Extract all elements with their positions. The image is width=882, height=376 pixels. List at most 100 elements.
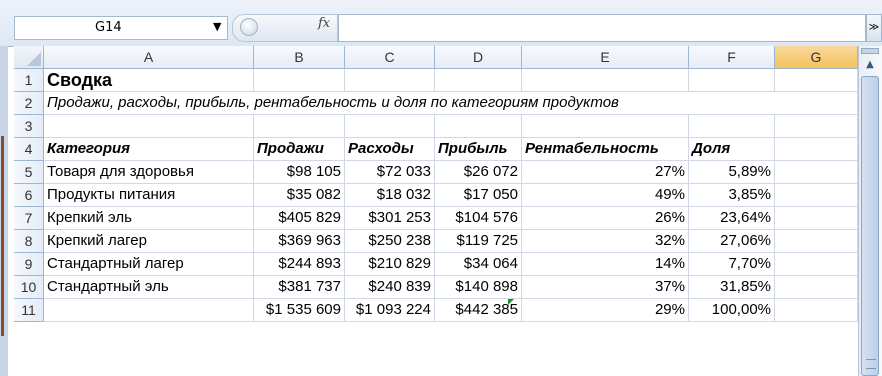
vertical-scrollbar[interactable]: ▲ [858,46,882,376]
share-cell[interactable]: 23,64% [689,207,775,230]
profit-cell[interactable]: $17 050 [435,184,522,207]
expenses-cell[interactable]: $18 032 [345,184,435,207]
scroll-thumb[interactable] [861,76,879,376]
row-header[interactable]: 8 [14,230,44,253]
column-header-c[interactable]: C [345,46,435,69]
insert-function-icon[interactable]: fx [318,16,330,31]
category-cell[interactable]: Крепкий эль [44,207,254,230]
sales-cell[interactable]: $381 737 [254,276,345,299]
cell-c1[interactable] [345,69,435,92]
cell-g8[interactable] [775,230,858,253]
sales-cell[interactable]: $244 893 [254,253,345,276]
sales-cell[interactable]: $369 963 [254,230,345,253]
total-expenses-cell[interactable]: $1 093 224 [345,299,435,322]
total-sales-cell[interactable]: $1 535 609 [254,299,345,322]
row-header[interactable]: 7 [14,207,44,230]
cell-d3[interactable] [435,115,522,138]
share-cell[interactable]: 3,85% [689,184,775,207]
cell-d1[interactable] [435,69,522,92]
cell-g1[interactable] [775,69,858,92]
cell-g2[interactable] [775,92,858,115]
sales-cell[interactable]: $405 829 [254,207,345,230]
cell-e1[interactable] [522,69,689,92]
column-header-f[interactable]: F [689,46,775,69]
cell-a3[interactable] [44,115,254,138]
cell-g5[interactable] [775,161,858,184]
cell-g9[interactable] [775,253,858,276]
row-header[interactable]: 5 [14,161,44,184]
total-margin-cell[interactable]: 29% [522,299,689,322]
header-profit[interactable]: Прибыль [435,138,522,161]
total-share-cell[interactable]: 100,00% [689,299,775,322]
category-cell[interactable]: Стандартный эль [44,276,254,299]
profit-cell[interactable]: $34 064 [435,253,522,276]
expand-formula-button[interactable]: ≫ [866,14,882,42]
cell-c3[interactable] [345,115,435,138]
cell-f1[interactable] [689,69,775,92]
cell-g6[interactable] [775,184,858,207]
row-header[interactable]: 1 [14,69,44,92]
share-cell[interactable]: 5,89% [689,161,775,184]
name-box-dropdown-icon[interactable]: ▼ [213,20,221,33]
cell-g10[interactable] [775,276,858,299]
sheet-subtitle[interactable]: Продажи, расходы, прибыль, рентабельност… [44,92,619,115]
expenses-cell[interactable]: $240 839 [345,276,435,299]
cell-a11[interactable] [44,299,254,322]
margin-cell[interactable]: 27% [522,161,689,184]
column-header-e[interactable]: E [522,46,689,69]
category-cell[interactable]: Товаря для здоровья [44,161,254,184]
share-cell[interactable]: 27,06% [689,230,775,253]
category-cell[interactable]: Крепкий лагер [44,230,254,253]
cell-b3[interactable] [254,115,345,138]
cell-g11[interactable] [775,299,858,322]
category-cell[interactable]: Стандартный лагер [44,253,254,276]
expenses-cell[interactable]: $210 829 [345,253,435,276]
row-header[interactable]: 10 [14,276,44,299]
header-share[interactable]: Доля [689,138,775,161]
column-header-d[interactable]: D [435,46,522,69]
row-header[interactable]: 9 [14,253,44,276]
error-indicator-icon[interactable] [508,299,514,305]
margin-cell[interactable]: 26% [522,207,689,230]
sales-cell[interactable]: $35 082 [254,184,345,207]
column-header-b[interactable]: B [254,46,345,69]
profit-cell[interactable]: $26 072 [435,161,522,184]
header-margin[interactable]: Рентабельность [522,138,689,161]
header-sales[interactable]: Продажи [254,138,345,161]
cell-b1[interactable] [254,69,345,92]
row-header[interactable]: 4 [14,138,44,161]
sales-cell[interactable]: $98 105 [254,161,345,184]
cell-e3[interactable] [522,115,689,138]
header-expenses[interactable]: Расходы [345,138,435,161]
profit-cell[interactable]: $119 725 [435,230,522,253]
category-cell[interactable]: Продукты питания [44,184,254,207]
row-header[interactable]: 11 [14,299,44,322]
margin-cell[interactable]: 14% [522,253,689,276]
select-all-corner[interactable] [14,46,44,69]
profit-cell[interactable]: $140 898 [435,276,522,299]
column-header-a[interactable]: A [44,46,254,69]
profit-cell[interactable]: $104 576 [435,207,522,230]
share-cell[interactable]: 7,70% [689,253,775,276]
share-cell[interactable]: 31,85% [689,276,775,299]
header-category[interactable]: Категория [44,138,254,161]
cell-f2[interactable] [689,92,775,115]
expenses-cell[interactable]: $250 238 [345,230,435,253]
split-box[interactable] [861,48,879,54]
margin-cell[interactable]: 32% [522,230,689,253]
expenses-cell[interactable]: $72 033 [345,161,435,184]
row-header[interactable]: 6 [14,184,44,207]
margin-cell[interactable]: 49% [522,184,689,207]
expenses-cell[interactable]: $301 253 [345,207,435,230]
name-box[interactable]: G14 ▼ [14,16,228,40]
sheet-title[interactable]: Сводка [44,69,254,92]
cell-g3[interactable] [775,115,858,138]
cell-g7[interactable] [775,207,858,230]
column-header-g[interactable]: G [775,46,858,69]
row-header[interactable]: 2 [14,92,44,115]
resize-handle-icon[interactable] [240,18,258,36]
formula-input[interactable] [338,14,866,42]
margin-cell[interactable]: 37% [522,276,689,299]
scroll-up-icon[interactable]: ▲ [861,56,879,74]
cell-g4[interactable] [775,138,858,161]
